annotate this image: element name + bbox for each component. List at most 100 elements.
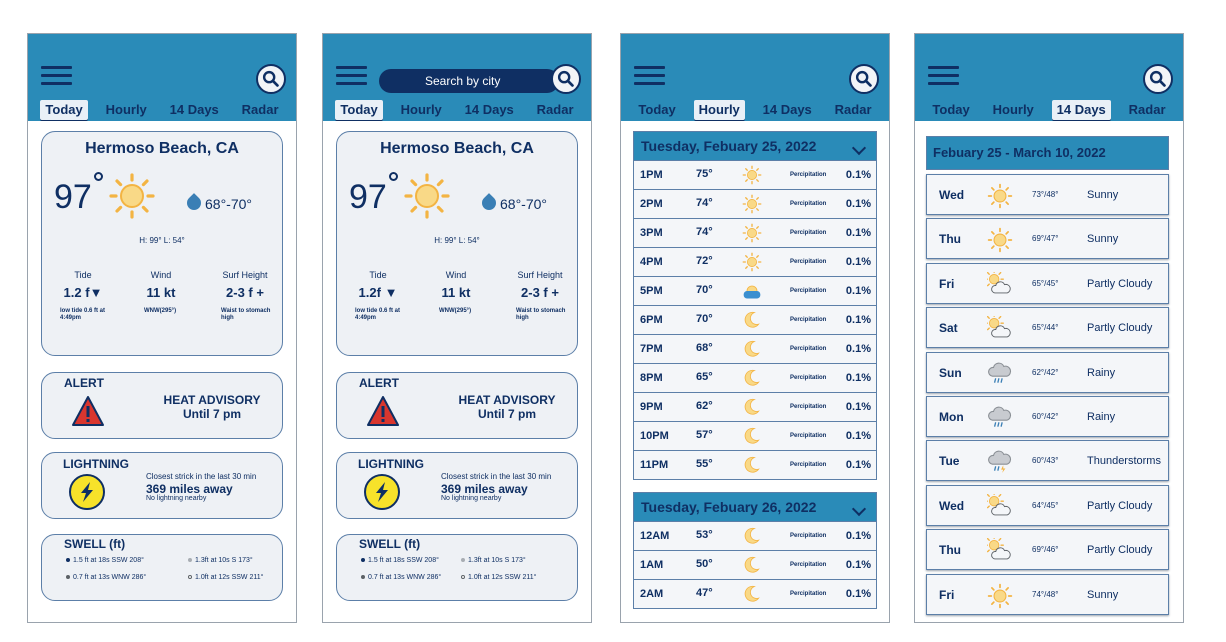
forecast-row[interactable]: Sun 62°/42° Rainy — [926, 351, 1169, 393]
forecast-day: Sat — [939, 321, 958, 336]
alert-card[interactable]: ALERT HEAT ADVISORY Until 7 pm — [336, 372, 578, 439]
alert-card[interactable]: ALERT HEAT ADVISORY Until 7 pm — [41, 372, 283, 439]
high-low: H: 99° L: 54° — [434, 236, 480, 245]
forecast-day: Sun — [939, 365, 962, 380]
partly-cloudy-icon — [987, 493, 1011, 516]
search-icon[interactable] — [1143, 64, 1173, 94]
search-icon[interactable] — [256, 64, 286, 94]
sun-icon — [404, 173, 450, 219]
search-icon[interactable] — [849, 64, 879, 94]
lightning-subtitle: Closest strick in the last 30 min — [146, 472, 257, 481]
tab-hourly[interactable]: Hourly — [101, 100, 152, 120]
swell-card[interactable]: SWELL (ft) 1.5 ft at 18s SSW 208° 1.3ft … — [41, 534, 283, 601]
tide-value: 1.2f — [358, 285, 381, 300]
hour-temp: 74° — [696, 226, 713, 238]
swell-dot-icon — [361, 575, 365, 580]
sunset-icon — [743, 285, 761, 299]
hour-row: 2PM 74° Percipitation 0.1% — [633, 190, 877, 219]
current-weather-card: Hermoso Beach, CA 97 68°-70° H: 99° L: 5… — [41, 131, 283, 356]
lightning-card[interactable]: LIGHTNING Closest strick in the last 30 … — [336, 452, 578, 519]
tab-14-days[interactable]: 14 Days — [165, 100, 224, 120]
forecast-day: Fri — [939, 276, 955, 291]
menu-icon[interactable] — [634, 66, 665, 85]
tab-14-days[interactable]: 14 Days — [1051, 100, 1111, 120]
hour-row: 7PM 68° Percipitation 0.1% — [633, 335, 877, 364]
hour-label: 11PM — [640, 459, 669, 471]
tab-today[interactable]: Today — [335, 100, 383, 120]
menu-icon[interactable] — [336, 66, 367, 85]
day-header[interactable]: Tuesday, Febuary 26, 2022 — [633, 492, 877, 522]
phone-today-search: Search by city Today Hourly 14 Days Rada… — [322, 33, 592, 623]
tab-hourly[interactable]: Hourly — [988, 100, 1039, 120]
precip-label: Percipitation — [790, 230, 827, 236]
wind-note: WNW(295°) — [439, 308, 472, 314]
hour-label: 1PM — [640, 169, 663, 181]
search-icon[interactable] — [551, 64, 581, 94]
swell-dot-icon — [188, 558, 192, 563]
search-input[interactable]: Search by city — [379, 69, 559, 93]
lightning-distance: 369 miles away — [441, 482, 528, 496]
precip-value: 0.1% — [845, 588, 871, 600]
tide-label: Tide — [74, 270, 92, 280]
forecast-row[interactable]: Wed 64°/45° Partly Cloudy — [926, 484, 1169, 526]
tab-radar[interactable]: Radar — [830, 100, 877, 120]
forecast-row[interactable]: Thu 69°/46° Partly Cloudy — [926, 529, 1169, 571]
day-header[interactable]: Tuesday, Febuary 25, 2022 — [633, 131, 877, 161]
menu-icon[interactable] — [41, 66, 72, 85]
tab-today[interactable]: Today — [927, 100, 974, 120]
precip-label: Percipitation — [790, 317, 827, 323]
forecast-temps: 64°/45° — [1032, 500, 1059, 510]
swell-card[interactable]: SWELL (ft) 1.5 ft at 18s SSW 208° 1.3ft … — [336, 534, 578, 601]
forecast-row[interactable]: Sat 65°/44° Partly Cloudy — [926, 307, 1169, 349]
forecast-row[interactable]: Fri 74°/48° Sunny — [926, 573, 1169, 615]
tab-radar[interactable]: Radar — [237, 100, 284, 120]
warning-icon — [367, 396, 399, 426]
precip-value: 0.1% — [845, 343, 871, 355]
tab-hourly[interactable]: Hourly — [396, 100, 447, 120]
forecast-row[interactable]: Fri 65°/45° Partly Cloudy — [926, 262, 1169, 304]
tab-14-days[interactable]: 14 Days — [758, 100, 817, 120]
hour-temp: 57° — [696, 429, 713, 441]
tide-down-icon: ▼ — [89, 285, 103, 300]
precip-value: 0.1% — [845, 401, 871, 413]
tab-hourly[interactable]: Hourly — [693, 100, 745, 120]
thunderstorm-icon — [987, 450, 1012, 474]
forecast-row[interactable]: Wed 73°/48° Sunny — [926, 174, 1169, 215]
hour-temp: 70° — [696, 313, 713, 325]
tab-14-days[interactable]: 14 Days — [460, 100, 519, 120]
day-section: Tuesday, Febuary 25, 2022 1PM 75° Percipita… — [633, 131, 877, 480]
precip-value: 0.1% — [845, 430, 871, 442]
tab-today[interactable]: Today — [633, 100, 680, 120]
tide-value: 1.2 f — [63, 285, 90, 300]
alert-title: HEAT ADVISORY — [163, 393, 261, 407]
forecast-temps: 65°/45° — [1032, 278, 1059, 288]
forecast-row[interactable]: Tue 60°/43° Thunderstorms — [926, 440, 1169, 482]
alert-message: HEAT ADVISORY Until 7 pm — [147, 393, 277, 421]
moon-icon — [744, 340, 760, 357]
chevron-down-icon[interactable] — [851, 140, 867, 156]
swell-label: SWELL (ft) — [359, 537, 421, 551]
tab-today[interactable]: Today — [40, 100, 88, 120]
chevron-down-icon[interactable] — [851, 501, 867, 517]
swell-item: 0.7 ft at 13s WNW 286° — [361, 574, 441, 581]
precip-value: 0.1% — [845, 169, 871, 181]
tab-radar[interactable]: Radar — [1124, 100, 1171, 120]
tide-down-icon: ▼ — [384, 285, 398, 300]
menu-icon[interactable] — [928, 66, 959, 85]
surf-value: 2-3 f + — [521, 285, 559, 300]
forecast-condition: Thunderstorms — [1087, 455, 1161, 468]
hour-row: 1PM 75° Percipitation 0.1% — [633, 161, 877, 190]
moon-icon — [744, 398, 760, 415]
precip-label: Percipitation — [790, 562, 827, 568]
swell-dot-icon — [461, 558, 465, 563]
forecast-row[interactable]: Mon 60°/42° Rainy — [926, 396, 1169, 437]
hour-label: 10PM — [640, 430, 669, 442]
swell-dot-icon — [66, 575, 70, 580]
lightning-card[interactable]: LIGHTNING Closest strick in the last 30 … — [41, 452, 283, 519]
sun-icon — [742, 223, 762, 243]
swell-item: 0.7 ft at 13s WNW 286° — [66, 574, 146, 581]
hourly-list: Tuesday, Febuary 25, 2022 1PM 75° Percipita… — [633, 131, 877, 609]
forecast-row[interactable]: Thu 69°/47° Sunny — [926, 218, 1169, 260]
tab-radar[interactable]: Radar — [532, 100, 579, 120]
hour-row: 4PM 72° Percipitation 0.1% — [633, 248, 877, 277]
